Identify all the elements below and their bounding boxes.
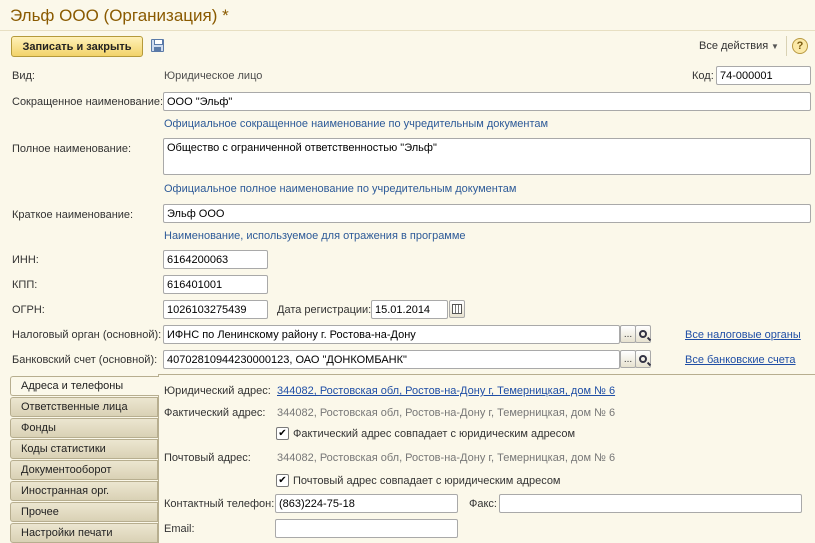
fax-label: Факс: bbox=[469, 498, 497, 510]
code-field[interactable]: 74-000001 bbox=[716, 66, 811, 85]
chevron-down-icon[interactable]: ▼ bbox=[771, 42, 779, 51]
tabs-panel: Адреса и телефоны Ответственные лица Фон… bbox=[10, 374, 159, 543]
search-icon bbox=[639, 330, 647, 338]
toolbar-separator bbox=[786, 36, 787, 56]
reg-date-field[interactable]: 15.01.2014 bbox=[371, 300, 448, 319]
save-icon[interactable] bbox=[151, 39, 164, 52]
title-divider bbox=[0, 30, 815, 31]
search-icon bbox=[639, 355, 647, 363]
phone-label: Контактный телефон: bbox=[164, 498, 275, 510]
full-name-field[interactable]: Общество с ограниченной ответственностью… bbox=[163, 138, 811, 175]
actual-same-label: Фактический адрес совпадает с юридически… bbox=[293, 428, 576, 440]
full-name-label: Полное наименование: bbox=[12, 143, 132, 155]
postal-address-value: 344082, Ростовская обл, Ростов-на-Дону г… bbox=[277, 452, 616, 464]
bank-account-open-button[interactable] bbox=[635, 350, 651, 368]
postal-same-checkbox[interactable]: ✔ bbox=[276, 474, 289, 487]
full-name-hint: Официальное полное наименование по учред… bbox=[164, 183, 517, 195]
brief-name-hint: Наименование, используемое для отражения… bbox=[164, 230, 466, 242]
email-label: Email: bbox=[164, 523, 195, 535]
ogrn-field[interactable]: 1026103275439 bbox=[163, 300, 268, 319]
save-and-close-button[interactable]: Записать и закрыть bbox=[11, 36, 143, 57]
tab-funds[interactable]: Фонды bbox=[10, 418, 158, 438]
window-title: Эльф ООО (Организация) * bbox=[10, 6, 229, 25]
all-actions-menu[interactable]: Все действия bbox=[699, 40, 768, 52]
bank-account-label: Банковский счет (основной): bbox=[12, 354, 158, 366]
tab-document-flow[interactable]: Документооборот bbox=[10, 460, 158, 480]
legal-address-label: Юридический адрес: bbox=[164, 385, 271, 397]
actual-same-checkbox[interactable]: ✔ bbox=[276, 427, 289, 440]
actual-address-label: Фактический адрес: bbox=[164, 407, 266, 419]
email-field[interactable] bbox=[275, 519, 458, 538]
calendar-icon bbox=[452, 304, 462, 314]
inn-field[interactable]: 6164200063 bbox=[163, 250, 268, 269]
short-name-field[interactable]: ООО "Эльф" bbox=[163, 92, 811, 111]
legal-address-link[interactable]: 344082, Ростовская обл, Ростов-на-Дону г… bbox=[277, 385, 615, 397]
tax-office-label: Налоговый орган (основной): bbox=[12, 329, 162, 341]
kpp-field[interactable]: 616401001 bbox=[163, 275, 268, 294]
inn-label: ИНН: bbox=[12, 254, 39, 266]
short-name-hint: Официальное сокращенное наименование по … bbox=[164, 118, 549, 130]
postal-same-label: Почтовый адрес совпадает с юридическим а… bbox=[293, 475, 561, 487]
short-name-label: Сокращенное наименование: bbox=[12, 96, 164, 108]
phone-field[interactable]: (863)224-75-18 bbox=[275, 494, 458, 513]
tab-statistics-codes[interactable]: Коды статистики bbox=[10, 439, 158, 459]
ogrn-label: ОГРН: bbox=[12, 304, 45, 316]
kind-value: Юридическое лицо bbox=[164, 70, 263, 82]
help-button[interactable]: ? bbox=[792, 38, 808, 54]
bank-account-select-button[interactable]: ... bbox=[620, 350, 636, 368]
brief-name-label: Краткое наименование: bbox=[12, 209, 134, 221]
postal-address-label: Почтовый адрес: bbox=[164, 452, 251, 464]
fax-field[interactable] bbox=[499, 494, 802, 513]
tab-foreign-org[interactable]: Иностранная орг. bbox=[10, 481, 158, 501]
kind-label: Вид: bbox=[12, 70, 35, 82]
code-label: Код: bbox=[692, 70, 714, 82]
tax-office-select-button[interactable]: ... bbox=[620, 325, 636, 343]
tab-addresses-phones[interactable]: Адреса и телефоны bbox=[10, 376, 159, 396]
tax-office-field[interactable]: ИФНС по Ленинскому району г. Ростова-на-… bbox=[163, 325, 620, 344]
actual-address-value: 344082, Ростовская обл, Ростов-на-Дону г… bbox=[277, 407, 616, 419]
tab-other[interactable]: Прочее bbox=[10, 502, 158, 522]
tax-office-open-button[interactable] bbox=[635, 325, 651, 343]
reg-date-label: Дата регистрации: bbox=[277, 304, 372, 316]
all-bank-accounts-link[interactable]: Все банковские счета bbox=[685, 354, 796, 366]
calendar-button[interactable] bbox=[449, 300, 465, 318]
tab-responsible-persons[interactable]: Ответственные лица bbox=[10, 397, 158, 417]
all-tax-offices-link[interactable]: Все налоговые органы bbox=[685, 329, 801, 341]
tab-print-settings[interactable]: Настройки печати bbox=[10, 523, 158, 543]
bank-account-field[interactable]: 40702810944230000123, ОАО "ДОНКОМБАНК" bbox=[163, 350, 620, 369]
brief-name-field[interactable]: Эльф ООО bbox=[163, 204, 811, 223]
kpp-label: КПП: bbox=[12, 279, 38, 291]
